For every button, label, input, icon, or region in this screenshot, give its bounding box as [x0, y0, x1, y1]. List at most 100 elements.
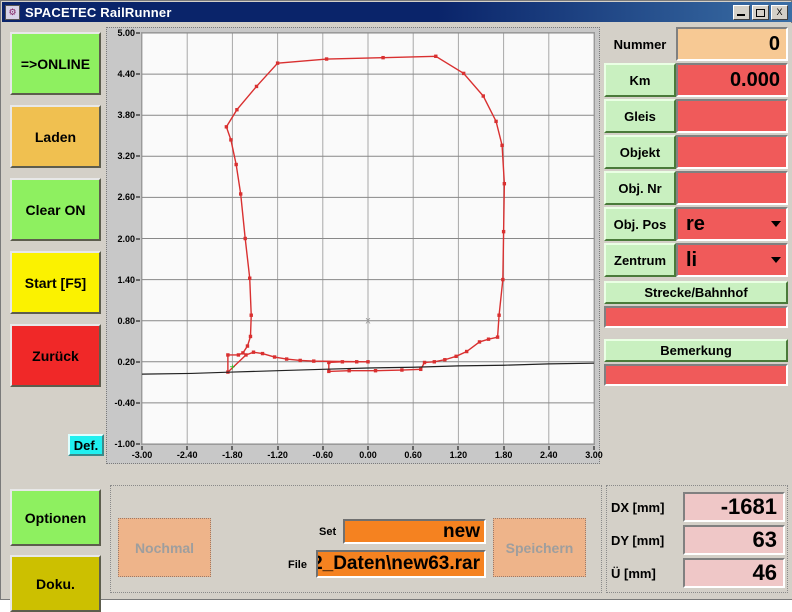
y-tick-label: 5.00: [117, 28, 135, 38]
y-tick-mark: [136, 33, 140, 34]
x-tick-mark: [368, 446, 369, 450]
measurement-label-1: DY [mm]: [611, 533, 683, 548]
y-tick-label: 1.40: [117, 275, 135, 285]
strecke-bahnhof-input[interactable]: [604, 306, 788, 328]
y-tick-label: -1.00: [114, 439, 135, 449]
data-entry-panel: Nummer 0 Km 0.000 GleisObjektObj. NrObj. Pos…: [604, 27, 788, 464]
x-tick-mark: [503, 446, 504, 450]
plot-area: +x: [141, 32, 595, 445]
measurement-label-0: DX [mm]: [611, 500, 683, 515]
measurement-row: DX [mm]-1681: [611, 492, 785, 522]
label-zentrum[interactable]: Zentrum: [604, 243, 676, 277]
file-label: File: [288, 559, 307, 571]
x-axis-labels: -3.00-2.40-1.80-1.20-0.600.000.601.201.8…: [141, 446, 599, 464]
chevron-down-icon[interactable]: [771, 221, 781, 227]
x-tick-label: 0.00: [359, 450, 377, 460]
measurement-panel: DX [mm]-1681DY [mm]63Ü [mm]46: [606, 485, 788, 593]
x-tick-label: -0.60: [313, 450, 334, 460]
profile-chart-panel: 5.004.403.803.202.602.001.400.800.20-0.4…: [106, 27, 600, 464]
y-tick-mark: [136, 197, 140, 198]
x-tick-mark: [548, 446, 549, 450]
y-tick-label: 2.60: [117, 192, 135, 202]
y-tick-mark: [136, 115, 140, 116]
bottom-bar: Optionen Doku. Nochmal Speichern Set new…: [6, 467, 788, 595]
x-tick-label: -1.20: [267, 450, 288, 460]
optionen-button[interactable]: Optionen: [10, 489, 101, 546]
window-controls: X: [733, 5, 788, 20]
field-row-km: Km 0.000: [604, 63, 788, 97]
title-bar: ⚙ SPACETEC RailRunner X: [2, 2, 792, 22]
x-tick-label: -1.80: [222, 450, 243, 460]
x-tick-mark: [277, 446, 278, 450]
x-tick-mark: [322, 446, 323, 450]
svg-text:+: +: [229, 362, 235, 373]
y-axis-labels: 5.004.403.803.202.602.001.400.800.20-0.4…: [107, 28, 141, 449]
zurueck-button[interactable]: Zurück: [10, 324, 101, 387]
x-tick-label: 1.80: [495, 450, 513, 460]
y-tick-mark: [136, 74, 140, 75]
field-row-nummer: Nummer 0: [604, 27, 788, 61]
x-tick-mark: [594, 446, 595, 450]
field-objekt[interactable]: [676, 135, 788, 169]
y-tick-label: 2.00: [117, 234, 135, 244]
start-button[interactable]: Start [F5]: [10, 251, 101, 314]
file-input[interactable]: c:\R2_Daten\new63.rar: [316, 550, 486, 578]
close-button[interactable]: X: [771, 5, 788, 20]
field-km[interactable]: 0.000: [676, 63, 788, 97]
label-nummer: Nummer: [604, 27, 676, 61]
x-tick-label: 0.60: [404, 450, 422, 460]
minimize-button[interactable]: [733, 5, 750, 20]
x-tick-mark: [413, 446, 414, 450]
def-button[interactable]: Def.: [68, 434, 104, 456]
combo-obj-pos[interactable]: re: [676, 207, 788, 241]
laden-button[interactable]: Laden: [10, 105, 101, 168]
window-body: =>ONLINE Laden Clear ON Start [F5] Zurüc…: [2, 23, 792, 599]
field-row-zentrum: Zentrum li: [604, 243, 788, 277]
speichern-button[interactable]: Speichern: [493, 518, 586, 577]
doku-button[interactable]: Doku.: [10, 555, 101, 612]
marker-center-cross: x: [366, 316, 371, 327]
label-objekt[interactable]: Objekt: [604, 135, 676, 169]
field-row-objekt: Objekt: [604, 135, 788, 169]
bemerkung-label[interactable]: Bemerkung: [604, 339, 788, 362]
y-tick-label: 3.80: [117, 110, 135, 120]
chevron-down-icon[interactable]: [771, 257, 781, 263]
field-obj-nr[interactable]: [676, 171, 788, 205]
measurement-value-0: -1681: [683, 492, 785, 522]
field-gleis[interactable]: [676, 99, 788, 133]
y-tick-label: 4.40: [117, 69, 135, 79]
x-tick-label: -2.40: [177, 450, 198, 460]
measurement-value-2: 46: [683, 558, 785, 588]
nochmal-button[interactable]: Nochmal: [118, 518, 211, 577]
bemerkung-input[interactable]: [604, 364, 788, 386]
x-tick-mark: [187, 446, 188, 450]
field-row-obj-pos: Obj. Posre: [604, 207, 788, 241]
value-text: li: [686, 249, 697, 272]
y-tick-mark: [136, 320, 140, 321]
grid-lines: [142, 33, 594, 444]
y-tick-mark: [136, 444, 140, 445]
set-label: Set: [319, 526, 336, 538]
label-gleis[interactable]: Gleis: [604, 99, 676, 133]
y-tick-label: 3.20: [117, 151, 135, 161]
online-button[interactable]: =>ONLINE: [10, 32, 101, 95]
label-obj-nr[interactable]: Obj. Nr: [604, 171, 676, 205]
value-text: 0.000: [730, 69, 780, 92]
label-obj-pos[interactable]: Obj. Pos: [604, 207, 676, 241]
label-km[interactable]: Km: [604, 63, 676, 97]
x-tick-mark: [142, 446, 143, 450]
maximize-button[interactable]: [752, 5, 769, 20]
clear-on-button[interactable]: Clear ON: [10, 178, 101, 241]
x-tick-mark: [458, 446, 459, 450]
y-tick-mark: [136, 279, 140, 280]
file-save-panel: Nochmal Speichern Set new File c:\R2_Dat…: [110, 485, 602, 593]
x-tick-mark: [232, 446, 233, 450]
combo-zentrum[interactable]: li: [676, 243, 788, 277]
set-input[interactable]: new: [343, 519, 486, 544]
field-nummer[interactable]: 0: [676, 27, 788, 61]
measurement-value-1: 63: [683, 525, 785, 555]
marker-green-point: +: [229, 362, 235, 373]
y-tick-mark: [136, 361, 140, 362]
value-text: 0: [769, 33, 780, 56]
strecke-bahnhof-label[interactable]: Strecke/Bahnhof: [604, 281, 788, 304]
